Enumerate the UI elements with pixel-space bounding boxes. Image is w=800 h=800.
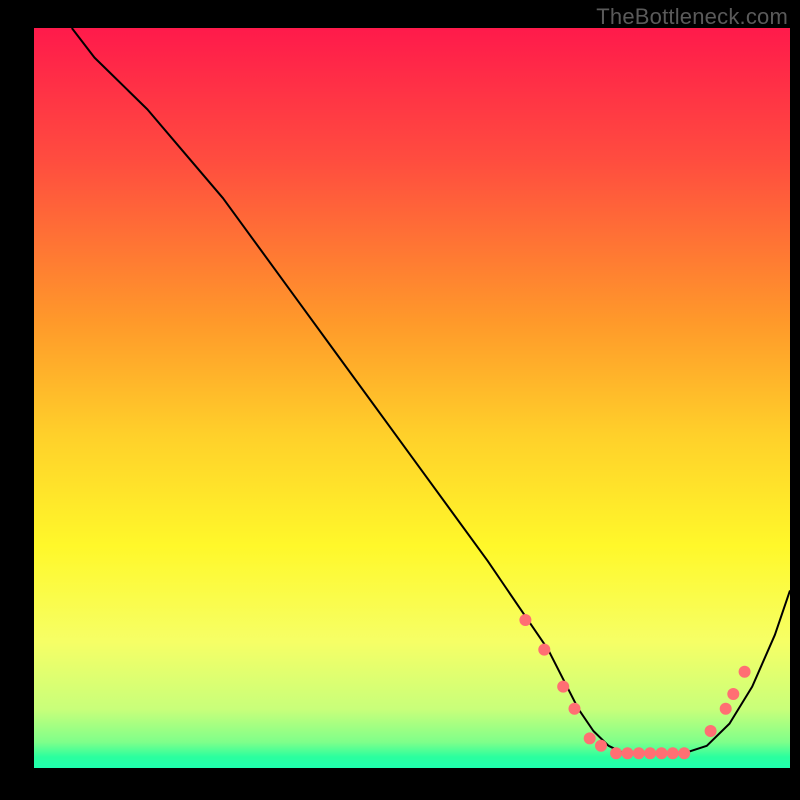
- highlight-dot: [538, 644, 550, 656]
- highlight-dot: [557, 681, 569, 693]
- highlight-dot: [595, 740, 607, 752]
- highlight-dot: [569, 703, 581, 715]
- highlight-dot: [519, 614, 531, 626]
- chart-stage: TheBottleneck.com: [0, 0, 800, 800]
- highlight-dot: [667, 747, 679, 759]
- watermark-text: TheBottleneck.com: [596, 4, 788, 30]
- highlight-dot: [644, 747, 656, 759]
- highlight-dot: [622, 747, 634, 759]
- highlight-dot: [705, 725, 717, 737]
- highlight-dot: [678, 747, 690, 759]
- highlight-dot: [720, 703, 732, 715]
- highlight-dot: [656, 747, 668, 759]
- highlight-dot: [610, 747, 622, 759]
- highlight-dot: [633, 747, 645, 759]
- highlight-dot: [739, 666, 751, 678]
- bottleneck-chart: [0, 0, 800, 800]
- highlight-dot: [727, 688, 739, 700]
- plot-background: [34, 28, 790, 768]
- highlight-dot: [584, 732, 596, 744]
